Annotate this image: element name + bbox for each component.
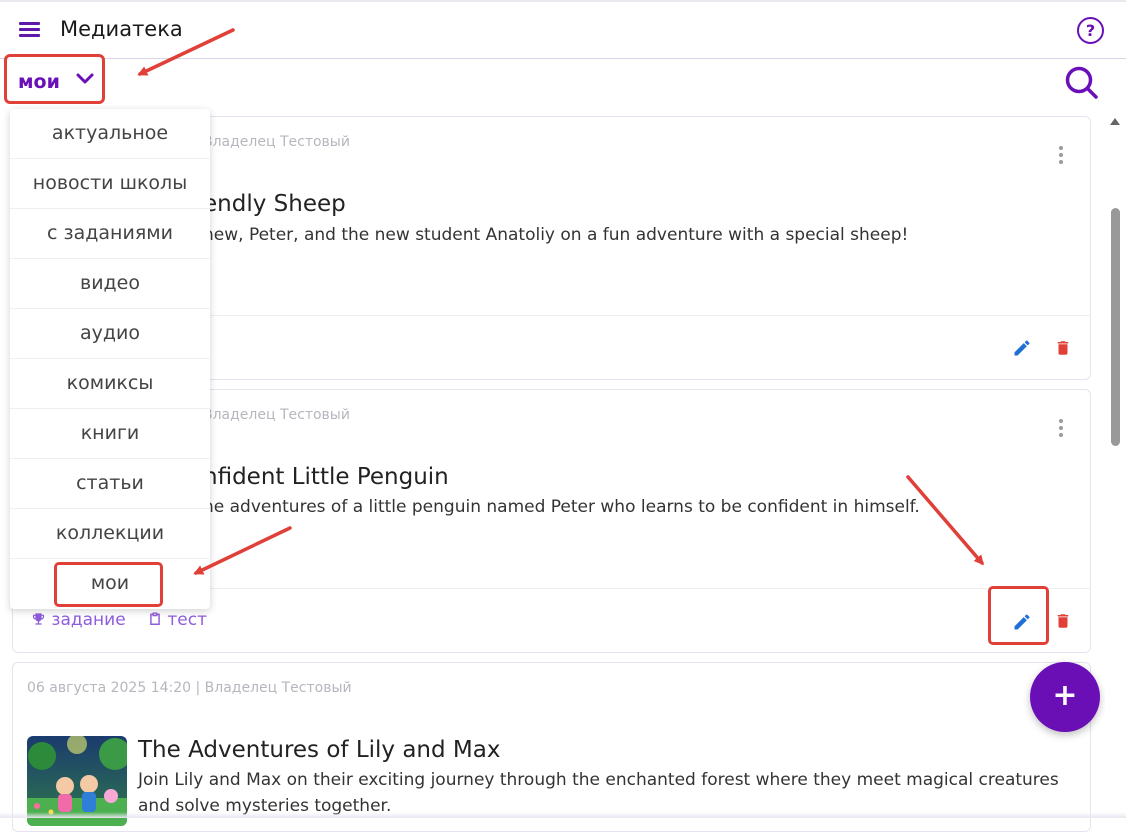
scrollbar-thumb[interactable] xyxy=(1111,208,1120,446)
bottom-fade xyxy=(0,812,1126,818)
arrow-to-mine xyxy=(193,526,292,575)
annotation-arrows xyxy=(137,28,984,575)
scroll-up-arrow[interactable] xyxy=(1110,118,1120,125)
add-button[interactable]: + xyxy=(1030,662,1100,732)
arrow-to-filter xyxy=(137,28,235,76)
arrow-to-edit xyxy=(906,475,984,566)
